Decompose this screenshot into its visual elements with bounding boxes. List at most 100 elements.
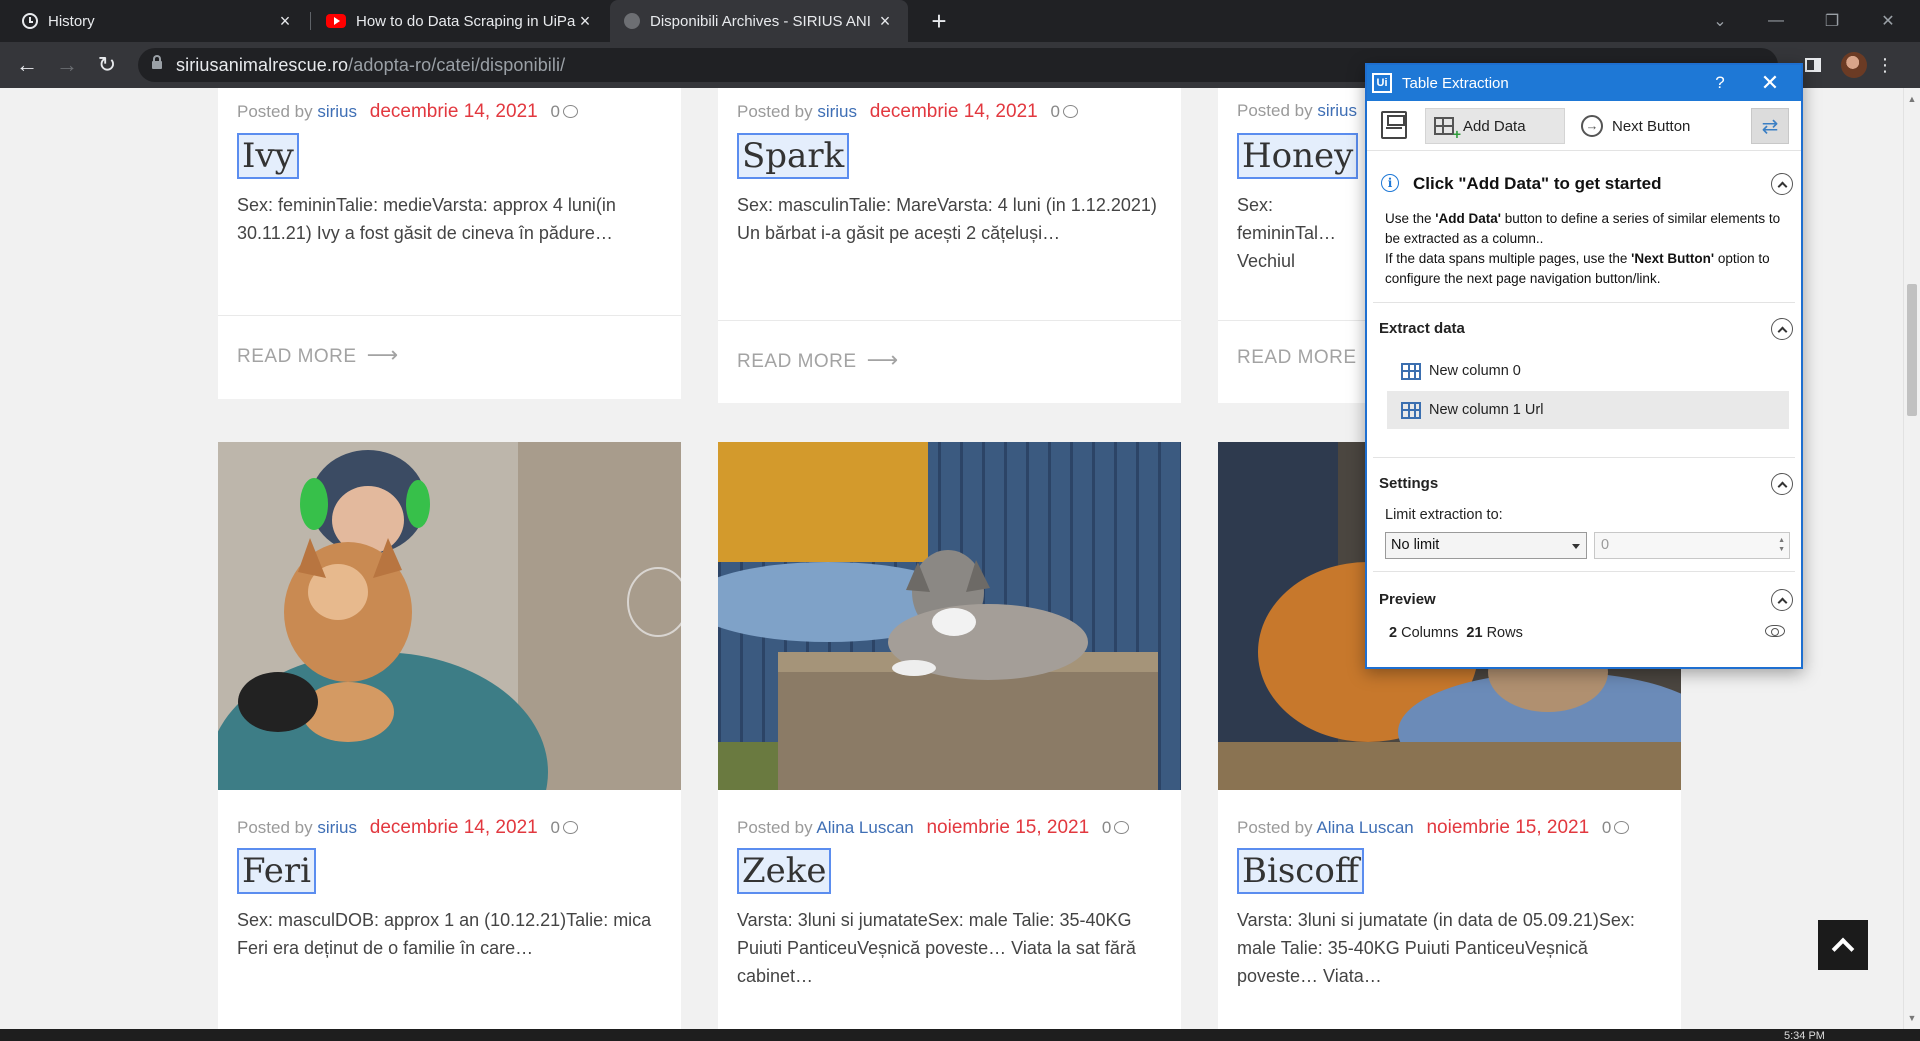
comment-count[interactable]: 0 xyxy=(550,818,559,837)
eye-icon[interactable] xyxy=(1765,625,1785,637)
settings-heading: Settings xyxy=(1379,475,1439,492)
limit-dropdown[interactable]: No limit xyxy=(1385,532,1587,559)
read-more-link[interactable]: READ MORE xyxy=(1237,347,1357,369)
post-image[interactable] xyxy=(718,442,1181,790)
close-icon[interactable]: × xyxy=(876,11,894,31)
collapse-icon[interactable] xyxy=(1771,473,1793,495)
back-arrow-icon[interactable]: ← xyxy=(12,50,42,80)
tab-youtube[interactable]: How to do Data Scraping in UiPa × xyxy=(312,0,608,42)
new-tab-button[interactable]: + xyxy=(924,6,954,36)
avatar[interactable] xyxy=(1841,52,1867,78)
chevron-up-icon xyxy=(1831,937,1855,961)
window-close-button[interactable]: ✕ xyxy=(1860,0,1916,42)
post-excerpt: Varsta: 3luni si jumatateSex: male Talie… xyxy=(737,910,1136,986)
collapse-icon[interactable] xyxy=(1771,173,1793,195)
scroll-down-icon[interactable]: ▼ xyxy=(1907,1013,1917,1023)
url-path: /adopta-ro/catei/disponibili/ xyxy=(348,54,566,75)
card-divider xyxy=(218,315,681,316)
scroll-up-icon[interactable]: ▲ xyxy=(1907,94,1917,104)
next-arrow-icon: → xyxy=(1581,115,1603,137)
next-button-button[interactable]: → Next Button xyxy=(1575,108,1715,144)
posted-by-label: Posted by xyxy=(1237,101,1313,120)
add-column-icon xyxy=(1434,117,1461,142)
posted-by-label: Posted by xyxy=(737,818,813,837)
save-icon[interactable] xyxy=(1381,111,1407,139)
author-link[interactable]: sirius xyxy=(317,102,357,121)
read-more-label: READ MORE xyxy=(737,351,857,372)
refresh-preview-icon[interactable]: ⇄ xyxy=(1751,108,1789,144)
comment-count[interactable]: 0 xyxy=(1102,818,1111,837)
read-more-link[interactable]: READ MORE ⟶ xyxy=(737,347,899,373)
tab-search-button[interactable]: ⌄ xyxy=(1692,0,1748,42)
section-divider xyxy=(1373,457,1795,458)
post-excerpt: Sex: femininTalie: medieVarsta: approx 4… xyxy=(237,195,616,243)
spinner-icon[interactable]: ▲ ▼ xyxy=(1778,536,1785,554)
uipath-logo-icon: Ui xyxy=(1372,73,1392,93)
extract-column-item[interactable]: New column 1 Url xyxy=(1387,391,1789,429)
forward-arrow-icon[interactable]: → xyxy=(52,50,82,80)
comment-count[interactable]: 0 xyxy=(1602,818,1611,837)
post-date[interactable]: noiembrie 15, 2021 xyxy=(1426,817,1589,838)
post-card: Posted by sirius decembrie 14, 2021 0 Fe… xyxy=(218,442,681,1029)
help-button[interactable]: ? xyxy=(1706,69,1734,97)
post-date[interactable]: decembrie 14, 2021 xyxy=(370,817,538,838)
back-to-top-button[interactable] xyxy=(1818,920,1868,970)
lock-icon[interactable] xyxy=(152,55,162,71)
dialog-close-button[interactable]: ✕ xyxy=(1756,69,1784,97)
post-excerpt: Sex: masculinTalie: MareVarsta: 4 luni (… xyxy=(737,195,1157,243)
post-excerpt: Varsta: 3luni si jumatate (in data de 05… xyxy=(1237,910,1635,986)
youtube-icon xyxy=(326,14,346,28)
minimize-button[interactable]: — xyxy=(1748,0,1804,42)
post-title[interactable]: Feri xyxy=(237,848,316,894)
read-more-label: READ MORE xyxy=(237,346,357,367)
post-date[interactable]: noiembrie 15, 2021 xyxy=(926,817,1089,838)
limit-count-input[interactable]: 0 ▲ ▼ xyxy=(1594,532,1790,559)
comment-icon xyxy=(562,821,578,834)
scroll-thumb[interactable] xyxy=(1907,284,1917,416)
post-title[interactable]: Spark xyxy=(737,133,850,179)
read-more-link[interactable]: READ MORE ⟶ xyxy=(237,342,399,368)
post-meta: Posted by Alina Luscan noiembrie 15, 202… xyxy=(1237,817,1630,839)
table-extraction-dialog: Ui Table Extraction ? ✕ Add Data → Next … xyxy=(1365,63,1803,669)
woman-holding-dog-image xyxy=(218,442,681,790)
collapse-icon[interactable] xyxy=(1771,318,1793,340)
post-title[interactable]: Honey xyxy=(1237,133,1359,179)
post-card: Posted by sirius decembrie 14, 2021 0 Sp… xyxy=(718,88,1181,403)
add-data-button[interactable]: Add Data xyxy=(1425,108,1565,144)
taskbar xyxy=(0,1029,1920,1041)
post-title[interactable]: Zeke xyxy=(737,848,832,894)
menu-icon[interactable]: ⋮ xyxy=(1872,52,1898,78)
post-title[interactable]: Ivy xyxy=(237,133,299,179)
section-divider xyxy=(1373,571,1795,572)
author-link[interactable]: sirius xyxy=(317,818,357,837)
author-link[interactable]: sirius xyxy=(1317,101,1357,120)
author-link[interactable]: Alina Luscan xyxy=(1316,818,1413,837)
comment-count[interactable]: 0 xyxy=(550,102,559,121)
taskbar-clock: 5:34 PM xyxy=(1784,1030,1825,1041)
reload-icon[interactable]: ↻ xyxy=(92,50,122,80)
close-icon[interactable]: × xyxy=(276,11,294,31)
section-divider xyxy=(1373,302,1795,303)
dialog-titlebar[interactable]: Ui Table Extraction ? ✕ xyxy=(1367,65,1801,101)
restore-button[interactable]: ❐ xyxy=(1804,0,1860,42)
tab-history[interactable]: History × xyxy=(8,0,308,42)
post-meta: Posted by sirius xyxy=(1237,101,1357,121)
post-card: Posted by sirius decembrie 14, 2021 0 Iv… xyxy=(218,88,681,399)
author-link[interactable]: sirius xyxy=(817,102,857,121)
extract-data-heading: Extract data xyxy=(1379,320,1465,337)
arrow-right-icon: ⟶ xyxy=(866,347,899,372)
tab-disponibili[interactable]: Disponibili Archives - SIRIUS ANI × xyxy=(610,0,908,42)
extract-column-item[interactable]: New column 0 xyxy=(1387,352,1789,390)
comment-count[interactable]: 0 xyxy=(1050,102,1059,121)
collapse-icon[interactable] xyxy=(1771,589,1793,611)
author-link[interactable]: Alina Luscan xyxy=(816,818,913,837)
post-title[interactable]: Biscoff xyxy=(1237,848,1364,894)
post-date[interactable]: decembrie 14, 2021 xyxy=(370,101,538,122)
post-date[interactable]: decembrie 14, 2021 xyxy=(870,101,1038,122)
close-icon[interactable]: × xyxy=(576,11,594,31)
page-scrollbar[interactable]: ▲ ▼ xyxy=(1903,88,1920,1029)
rows-count: 21 xyxy=(1466,625,1483,641)
next-button-label: Next Button xyxy=(1612,117,1691,135)
sidebar-icon[interactable] xyxy=(1800,52,1826,78)
post-image[interactable] xyxy=(218,442,681,790)
